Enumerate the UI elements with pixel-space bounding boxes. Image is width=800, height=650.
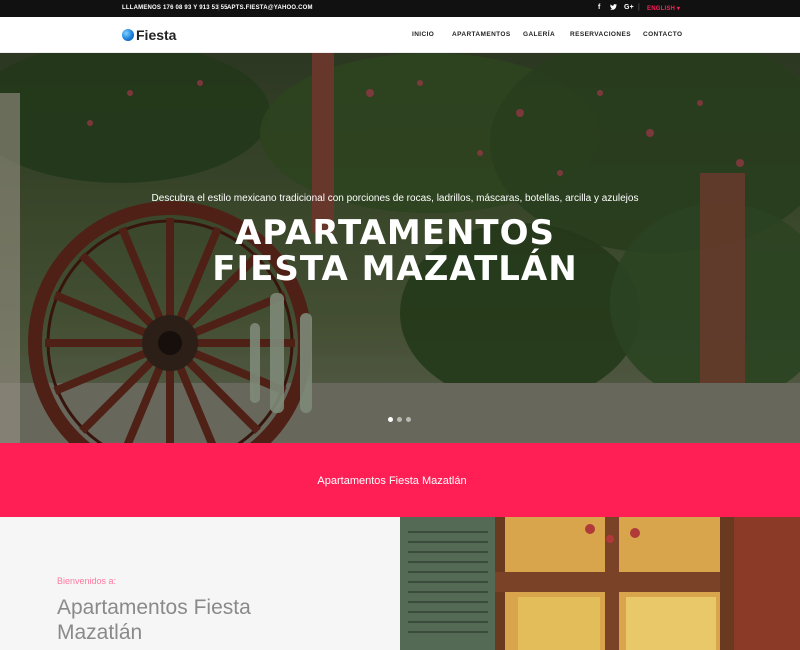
- email-link[interactable]: APTS.FIESTA@YAHOO.COM: [227, 5, 313, 11]
- hero-title-line2: FIESTA MAZATLÁN: [212, 249, 578, 289]
- highlight-band: Apartamentos Fiesta Mazatlán: [0, 443, 800, 517]
- google-plus-icon[interactable]: G+: [624, 4, 634, 11]
- intro-heading: Apartamentos Fiesta Mazatlán: [57, 595, 251, 645]
- hero-title-line1: APARTAMENTOS: [234, 213, 556, 253]
- nav-item-contacto[interactable]: CONTACTO: [643, 31, 682, 38]
- facebook-icon[interactable]: f: [598, 4, 601, 11]
- main-navbar: Fiesta INICIO APARTAMENTOS GALERÍA RESER…: [0, 17, 800, 53]
- phone-number: LLLAMENOS 176 08 93 Y 913 53 55: [122, 5, 228, 11]
- intro-heading-line2: Mazatlán: [57, 621, 143, 644]
- twitter-icon[interactable]: [610, 4, 617, 12]
- divider: |: [638, 4, 641, 11]
- hero-slider: Descubra el estilo mexicano tradicional …: [0, 53, 800, 443]
- intro-image: [400, 517, 800, 650]
- nav-item-galeria[interactable]: GALERÍA: [523, 31, 555, 38]
- language-switch[interactable]: ENGLISH ▾: [647, 5, 680, 12]
- logo[interactable]: Fiesta: [122, 27, 176, 43]
- hero-title: APARTAMENTOS FIESTA MAZATLÁN: [0, 215, 790, 287]
- globe-icon: [122, 29, 134, 41]
- nav-item-reservaciones[interactable]: RESERVACIONES: [570, 31, 631, 38]
- slider-dots: [388, 417, 411, 422]
- band-text: Apartamentos Fiesta Mazatlán: [317, 475, 467, 487]
- slider-dot-2[interactable]: [397, 417, 402, 422]
- slider-dot-1[interactable]: [388, 417, 393, 422]
- intro-section: Bienvenidos a: Apartamentos Fiesta Mazat…: [0, 517, 400, 650]
- window-shutter-image: [400, 517, 800, 650]
- divider: |: [218, 4, 221, 11]
- hero-subtitle: Descubra el estilo mexicano tradicional …: [151, 193, 639, 204]
- logo-text: Fiesta: [136, 27, 177, 43]
- slider-dot-3[interactable]: [406, 417, 411, 422]
- welcome-label: Bienvenidos a:: [57, 576, 117, 586]
- nav-item-apartamentos[interactable]: APARTAMENTOS: [452, 31, 511, 38]
- intro-heading-line1: Apartamentos Fiesta: [57, 596, 251, 619]
- nav-item-inicio[interactable]: INICIO: [412, 31, 434, 38]
- top-bar: LLLAMENOS 176 08 93 Y 913 53 55 | APTS.F…: [0, 0, 800, 17]
